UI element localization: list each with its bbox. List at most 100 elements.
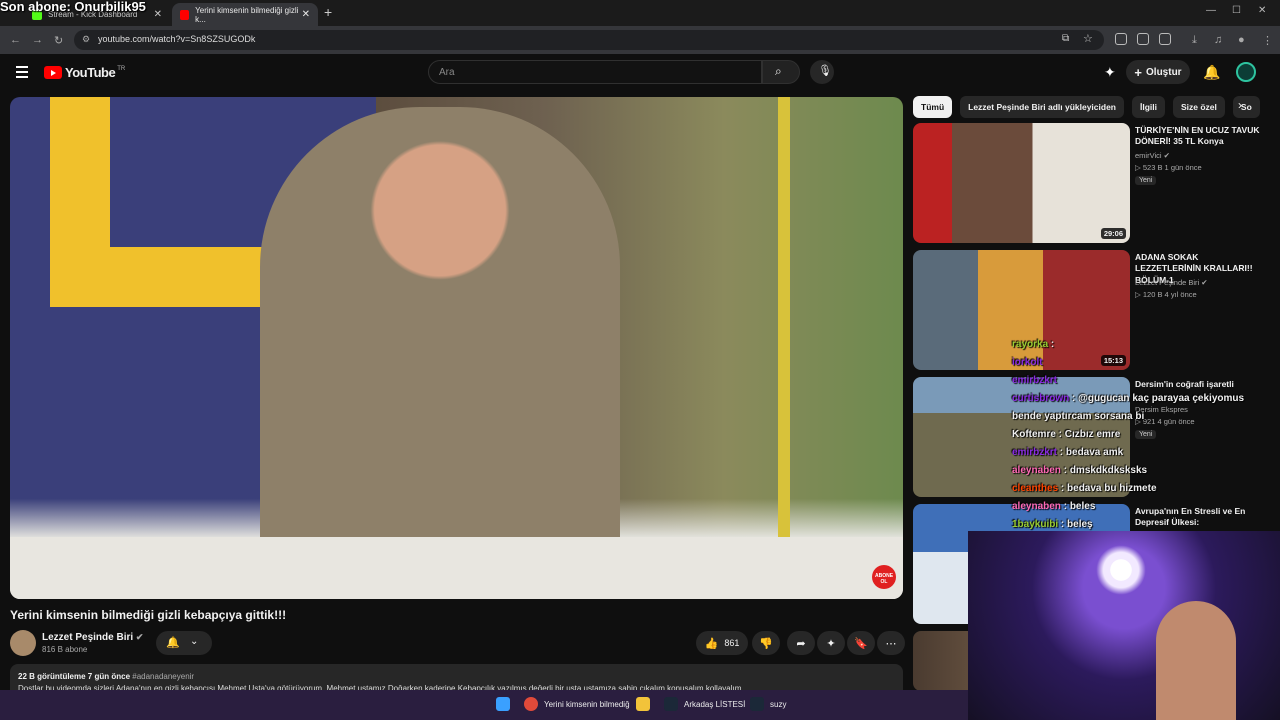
chat-message: @gugucan kaç parayaa çekiyomus <box>1078 393 1245 404</box>
views-and-date: 22 B görüntüleme 7 gün önce <box>18 672 131 681</box>
chat-message: bedava amk <box>1065 447 1124 458</box>
recommendation-card[interactable]: 29:06 TÜRKİYE'NİN EN UCUZ TAVUK DÖNERİ! … <box>913 123 1263 243</box>
hamburger-menu-icon[interactable] <box>16 66 28 81</box>
steam-icon <box>750 697 764 711</box>
youtube-logo[interactable]: YouTube TR <box>44 65 125 80</box>
verified-icon: ✔ <box>1163 151 1170 160</box>
video-thumbnail[interactable]: 29:06 <box>913 123 1130 243</box>
profile-icon[interactable]: ● <box>1238 34 1245 46</box>
channel-name-text: Lezzet Peşinde Biri <box>42 632 134 643</box>
address-bar-row: ← → ↻ ⚙ youtube.com/watch?v=Sn8SZSUGODk … <box>0 26 1280 54</box>
hashtag[interactable]: #adanadaneyenir <box>132 672 194 681</box>
cast-icon[interactable]: ⧉ <box>1062 33 1069 44</box>
chat-line: curtisbrown : @gugucan kaç parayaa çekiy… <box>1012 393 1245 404</box>
youtube-icon <box>180 9 190 20</box>
search-icon: ⌕ <box>775 64 782 78</box>
chat-line: emirbzkrt : bedava amk <box>1012 447 1124 458</box>
share-button[interactable]: ➦ <box>787 631 815 655</box>
chat-line: Koftemre : Cızbız emre <box>1012 429 1121 440</box>
voice-search-button[interactable]: 🎙 <box>810 60 834 84</box>
bell-icon: 🔔 <box>166 637 180 649</box>
search-button[interactable]: ⌕ <box>762 60 800 84</box>
video-stats: 22 B görüntüleme 7 gün önce #adanadaneye… <box>18 672 895 681</box>
chat-user: curtisbrown <box>1012 393 1070 404</box>
chat-message: bende yaptırcam sorsana bi <box>1012 411 1145 422</box>
video-player[interactable]: ABONE OL <box>10 97 903 599</box>
maximize-icon[interactable]: ☐ <box>1232 5 1241 16</box>
extension-icon[interactable] <box>1137 33 1149 45</box>
taskbar-chrome[interactable]: Yerini kimsenin bilmediğ <box>524 697 630 711</box>
video-title: Yerini kimsenin bilmediği gizli kebapçıy… <box>10 608 287 622</box>
save-button[interactable]: 🔖 <box>847 631 875 655</box>
omnibox[interactable]: ⚙ youtube.com/watch?v=Sn8SZSUGODk ⧉ ☆ <box>74 30 1104 50</box>
site-info-icon[interactable]: ⚙ <box>82 34 90 45</box>
taskbar-explorer[interactable] <box>636 697 656 711</box>
mic-icon: 🎙 <box>818 65 832 77</box>
duration-badge: 29:06 <box>1100 228 1126 239</box>
chat-line: rayorka : <box>1012 339 1055 350</box>
close-icon[interactable]: ✕ <box>154 9 162 20</box>
thumbs-up-icon: 👍 <box>704 637 719 650</box>
rec-channel[interactable]: emirVici ✔ <box>1135 151 1170 160</box>
rec-channel-text: emirVici <box>1135 151 1162 160</box>
like-button[interactable]: 👍 861 <box>696 631 748 655</box>
bookmark-star-icon[interactable]: ☆ <box>1083 32 1093 45</box>
create-button[interactable]: + Oluştur <box>1126 60 1190 84</box>
steam-icon <box>664 697 678 711</box>
subscriber-count: 816 B abone <box>42 645 88 654</box>
media-icon[interactable]: ♫ <box>1214 34 1222 46</box>
notifications-bell-icon[interactable]: 🔔 <box>1203 64 1220 81</box>
subscription-bell-button[interactable]: 🔔 ⌄ <box>156 631 212 655</box>
chip-uploader[interactable]: Lezzet Peşinde Biri adlı yükleyiciden <box>960 96 1124 118</box>
extension-icon[interactable] <box>1115 33 1127 45</box>
taskbar-label: Arkadaş LİSTESİ <box>684 699 746 709</box>
account-avatar[interactable] <box>1236 62 1256 82</box>
new-tab-button[interactable]: + <box>324 4 332 20</box>
chat-line: cleanthes : bedava bu hizmete <box>1012 483 1157 494</box>
youtube-play-icon <box>44 66 62 79</box>
reload-icon[interactable]: ↻ <box>54 34 63 47</box>
views-icon: ▷ <box>1135 290 1141 299</box>
more-actions-button[interactable]: ⋯ <box>877 631 905 655</box>
sparkle-icon: ✦ <box>826 637 836 650</box>
channel-name[interactable]: Lezzet Peşinde Biri ✔ <box>42 632 143 643</box>
subscribe-watermark[interactable]: ABONE OL <box>872 565 896 589</box>
chip-related[interactable]: İlgili <box>1132 96 1165 118</box>
rec-channel[interactable]: Lezzet Peşinde Biri ✔ <box>1135 278 1208 287</box>
country-code: TR <box>117 65 126 72</box>
taskbar-label: suzy <box>770 699 787 709</box>
tab-youtube-video[interactable]: Yerini kimsenin bilmediği gizli k... ✕ <box>172 3 318 26</box>
extensions-puzzle-icon[interactable] <box>1159 33 1171 45</box>
chat-message: beleş <box>1067 519 1093 530</box>
ask-button[interactable]: ✦ <box>817 631 845 655</box>
forward-icon[interactable]: → <box>32 34 43 46</box>
stream-chat-overlay: rayorka : iorkolt emirbzkrt curtisbrown … <box>1012 336 1272 534</box>
chip-all[interactable]: Tümü <box>913 96 953 118</box>
dislike-button[interactable]: 👎 <box>752 631 780 655</box>
download-icon[interactable]: ⤓ <box>1192 34 1197 47</box>
close-window-icon[interactable]: ✕ <box>1258 5 1266 16</box>
menu-dots-icon[interactable]: ⋮ <box>1262 34 1273 47</box>
rec-title: TÜRKİYE'NİN EN UCUZ TAVUK DÖNERİ! 35 TL … <box>1135 125 1260 147</box>
close-icon[interactable]: ✕ <box>302 9 310 20</box>
rec-meta: ▷ 523 B 1 gün önce <box>1135 163 1202 172</box>
search-box[interactable] <box>428 60 762 84</box>
chat-message: beles <box>1069 501 1096 512</box>
chat-user: cleanthes <box>1012 483 1059 494</box>
tab-label: Yerini kimsenin bilmediği gizli k... <box>195 5 299 24</box>
chip-for-you[interactable]: Size özel <box>1173 96 1225 118</box>
taskbar-steam-suzy[interactable]: suzy <box>750 697 786 711</box>
video-frame-person <box>260 107 620 577</box>
like-count: 861 <box>724 638 740 648</box>
channel-avatar[interactable] <box>10 630 36 656</box>
windows-start-icon[interactable] <box>496 697 516 711</box>
back-icon[interactable]: ← <box>10 34 21 46</box>
create-label: Oluştur <box>1146 66 1182 78</box>
chevron-right-icon[interactable]: › <box>1238 98 1242 112</box>
sparkle-icon[interactable]: ✦ <box>1104 64 1116 81</box>
chat-user: emirbzkrt <box>1012 447 1058 458</box>
minimize-icon[interactable]: — <box>1206 5 1216 16</box>
taskbar-steam-friends[interactable]: Arkadaş LİSTESİ <box>664 697 745 711</box>
chip-more[interactable]: So <box>1232 96 1260 118</box>
search-input[interactable] <box>439 67 739 78</box>
